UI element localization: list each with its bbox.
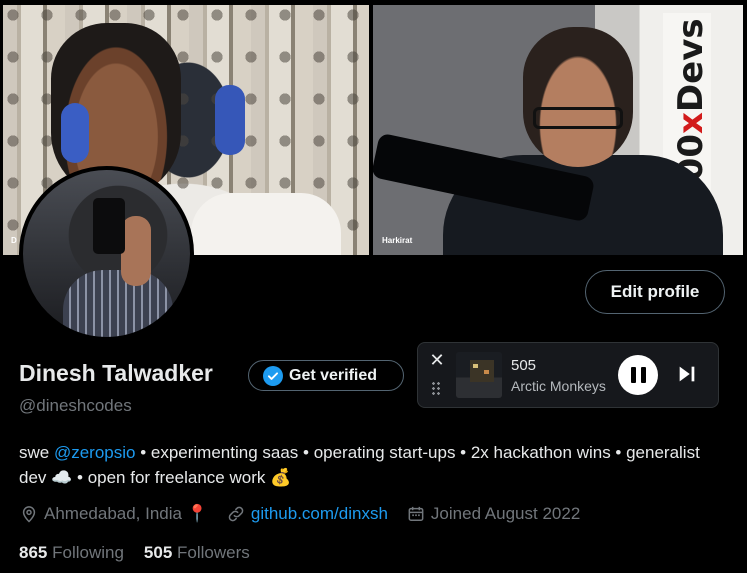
- avatar-shirt: [63, 270, 173, 337]
- follow-counts: 865 Following 505 Followers: [19, 543, 250, 563]
- following-label: Following: [52, 543, 124, 562]
- joined-text: Joined August 2022: [430, 504, 581, 523]
- calendar-icon: [408, 506, 424, 521]
- location-pin-icon: [22, 506, 36, 523]
- username-handle: @dineshcodes: [19, 396, 132, 415]
- profile-bio: swe @zeropsio • experimenting saas • ope…: [19, 440, 729, 490]
- edit-profile-button[interactable]: Edit profile: [585, 270, 725, 314]
- drag-handle-icon[interactable]: [431, 381, 441, 397]
- website-item[interactable]: github.com/dinxsh: [226, 504, 388, 524]
- location-text: Ahmedabad, India 📍: [44, 504, 208, 523]
- banner-video-right: 100xDevs Harkirat: [373, 5, 743, 255]
- music-player-widget: ✕ 505 Arctic Monkeys: [417, 342, 719, 408]
- profile-meta: Ahmedabad, India 📍 github.com/dinxsh Joi…: [19, 504, 598, 524]
- brand-suffix: Devs: [671, 18, 711, 113]
- avatar[interactable]: [19, 166, 194, 341]
- get-verified-button[interactable]: Get verified: [248, 360, 404, 391]
- album-art: [456, 352, 502, 398]
- glasses: [533, 107, 623, 129]
- pause-icon: [630, 367, 646, 383]
- followers-label: Followers: [177, 543, 250, 562]
- avatar-phone: [93, 198, 125, 254]
- person-left-shirt: [191, 193, 341, 255]
- album-art-window: [484, 370, 489, 374]
- close-icon[interactable]: ✕: [428, 351, 446, 369]
- participant-name-left: D: [11, 236, 17, 245]
- track-title: 505: [511, 357, 537, 374]
- get-verified-label: Get verified: [289, 366, 378, 384]
- website-link[interactable]: github.com/dinxsh: [251, 504, 388, 524]
- display-name: Dinesh Talwadker: [19, 360, 213, 386]
- album-art-window: [473, 364, 478, 368]
- participant-name-right: Harkirat: [382, 236, 413, 245]
- track-artist: Arctic Monkeys: [511, 378, 606, 394]
- verified-badge-icon: [263, 365, 283, 386]
- pause-button[interactable]: [618, 355, 658, 395]
- followers-count: 505: [143, 543, 173, 562]
- bio-prefix: swe: [19, 443, 54, 462]
- headphone-icon: [215, 85, 245, 155]
- avatar-arm: [121, 216, 151, 286]
- following-count: 865: [19, 543, 48, 562]
- brand-x: x: [671, 112, 711, 135]
- location-item: Ahmedabad, India 📍: [19, 504, 208, 524]
- skip-next-icon[interactable]: [676, 363, 698, 385]
- following-link[interactable]: 865 Following: [19, 543, 124, 563]
- link-icon: [228, 506, 244, 522]
- joined-item: Joined August 2022: [406, 504, 580, 524]
- person-right: [523, 27, 633, 167]
- bio-mention-link[interactable]: @zeropsio: [54, 443, 136, 462]
- followers-link[interactable]: 505 Followers: [144, 543, 250, 563]
- headphone-icon: [61, 103, 89, 163]
